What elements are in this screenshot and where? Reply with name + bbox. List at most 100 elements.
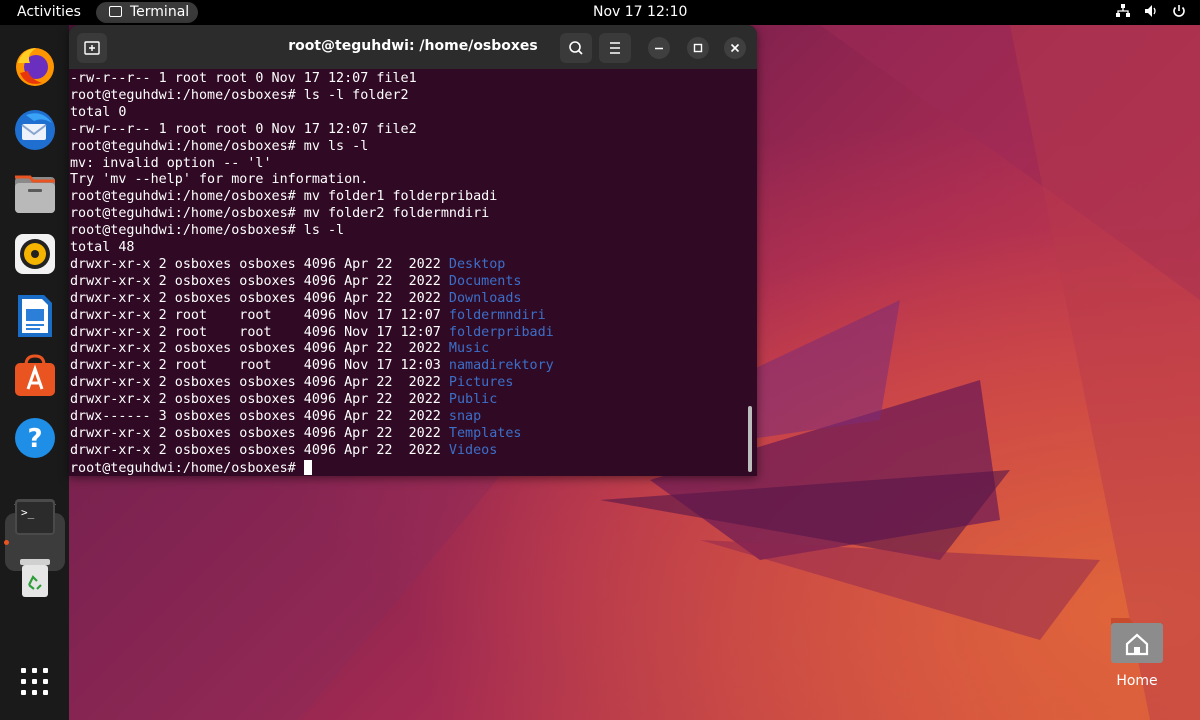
terminal-line-text: root@teguhdwi:/home/osboxes# ls -l folde… [70,87,409,103]
firefox-icon[interactable] [12,43,58,89]
directory-name: snap [448,409,482,424]
terminal-line: drwxr-xr-x 2 root root 4096 Nov 17 12:07… [70,308,546,325]
terminal-headerbar[interactable]: root@teguhdwi: /home/osboxes [69,25,757,69]
directory-name: Pictures [448,375,514,391]
dock: ? >_ [0,25,69,720]
directory-name: foldermndiri [448,307,546,323]
terminal-line: root@teguhdwi:/home/osboxes# mv ls -l [70,139,368,156]
terminal-line: -rw-r--r-- 1 root root 0 Nov 17 12:07 fi… [70,71,417,88]
terminal-line: mv: invalid option -- 'l' [70,156,272,173]
app-center-icon[interactable] [12,353,58,399]
directory-name: Templates [448,425,522,441]
terminal-line: drwxr-xr-x 2 osboxes osboxes 4096 Apr 22… [70,375,513,392]
show-apps-icon[interactable] [12,659,58,705]
terminal-line: root@teguhdwi:/home/osboxes# mv folder2 … [70,206,489,223]
terminal-line: drwxr-xr-x 2 osboxes osboxes 4096 Apr 22… [70,291,521,308]
terminal-line: drwxr-xr-x 2 osboxes osboxes 4096 Apr 22… [70,257,505,274]
terminal-line-text: drwxr-xr-x 2 root root 4096 Nov 17 12:03 [70,358,449,374]
terminal-line-text: drwxr-xr-x 2 osboxes osboxes 4096 Apr 22… [70,341,449,357]
terminal-line-text: drwx------ 3 osboxes osboxes 4096 Apr 22… [70,409,449,424]
terminal-line: root@teguhdwi:/home/osboxes# ls -l [70,223,344,240]
search-icon [569,41,583,55]
terminal-line-text: -rw-r--r-- 1 root root 0 Nov 17 12:07 fi… [70,121,417,137]
terminal-line-text: drwxr-xr-x 2 root root 4096 Nov 17 12:07 [70,324,449,340]
hamburger-icon [610,42,620,54]
app-menu-button[interactable]: Terminal [96,2,198,23]
terminal-line: drwxr-xr-x 2 osboxes osboxes 4096 Apr 22… [70,274,521,291]
terminal-line-text: -rw-r--r-- 1 root root 0 Nov 17 12:07 fi… [70,71,417,86]
terminal-line-text: total 48 [70,240,135,255]
terminal-line-text: root@teguhdwi:/home/osboxes# mv folder2 … [70,206,490,222]
terminal-small-icon [109,6,122,17]
terminal-line-text: total 0 [70,104,127,120]
terminal-line: drwxr-xr-x 2 osboxes osboxes 4096 Apr 22… [70,443,497,460]
directory-name: namadirektory [448,358,554,374]
activities-button[interactable]: Activities [17,4,81,20]
running-indicator [4,540,9,545]
terminal-line: -rw-r--r-- 1 root root 0 Nov 17 12:07 fi… [70,122,417,139]
power-icon [1172,4,1186,18]
trash-icon[interactable] [12,555,58,601]
svg-text:>_: >_ [21,506,35,519]
terminal-line: Try 'mv --help' for more information. [70,172,368,189]
directory-name: Documents [448,273,522,289]
terminal-icon[interactable]: >_ [12,494,58,540]
maximize-button[interactable] [687,37,709,59]
directory-name: Downloads [448,290,522,306]
system-tray[interactable] [1116,4,1186,18]
directory-name: Music [448,341,490,357]
minimize-icon [655,47,663,50]
terminal-line: total 0 [70,105,126,122]
terminal-line: total 48 [70,240,135,257]
top-bar: Activities Terminal Nov 17 12:10 [0,0,1200,25]
libreoffice-writer-icon[interactable] [12,293,58,339]
terminal-line-text: drwxr-xr-x 2 osboxes osboxes 4096 Apr 22… [70,392,449,408]
volume-icon [1144,4,1158,18]
shell-prompt: root@teguhdwi:/home/osboxes# [70,460,304,476]
directory-name: folderpribadi [448,324,554,340]
prompt-line[interactable]: root@teguhdwi:/home/osboxes# [70,459,312,476]
terminal-line-text: drwxr-xr-x 2 osboxes osboxes 4096 Apr 22… [70,375,449,391]
terminal-line-text: Try 'mv --help' for more information. [70,172,369,188]
terminal-line-text: root@teguhdwi:/home/osboxes# mv folder1 … [70,189,498,205]
terminal-line-text: drwxr-xr-x 2 osboxes osboxes 4096 Apr 22… [70,425,449,441]
terminal-line-text: drwxr-xr-x 2 osboxes osboxes 4096 Apr 22… [70,256,449,272]
network-icon [1116,4,1130,18]
minimize-button[interactable] [648,37,670,59]
text-cursor [303,459,312,475]
terminal-line: drwxr-xr-x 2 root root 4096 Nov 17 12:07… [70,325,554,342]
directory-name: Desktop [448,256,506,272]
search-button[interactable] [560,33,592,63]
terminal-line: root@teguhdwi:/home/osboxes# mv folder1 … [70,189,497,206]
terminal-line-text: drwxr-xr-x 2 osboxes osboxes 4096 Apr 22… [70,442,449,458]
files-icon[interactable] [12,171,58,217]
terminal-output[interactable]: -rw-r--r-- 1 root root 0 Nov 17 12:07 fi… [69,69,757,476]
rhythmbox-icon[interactable] [12,231,58,277]
terminal-scrollbar[interactable] [748,406,752,472]
terminal-window[interactable]: root@teguhdwi: /home/osboxes -rw-r--r-- … [69,25,757,476]
svg-text:?: ? [27,424,42,454]
terminal-line: drwxr-xr-x 2 root root 4096 Nov 17 12:03… [70,358,554,375]
close-icon [730,43,740,53]
close-button[interactable] [724,37,746,59]
terminal-line: drwxr-xr-x 2 osboxes osboxes 4096 Apr 22… [70,341,489,358]
terminal-line-text: mv: invalid option -- 'l' [70,155,272,171]
home-folder-label[interactable]: Home [1097,673,1177,689]
directory-name: Public [448,392,498,408]
terminal-line-text: root@teguhdwi:/home/osboxes# ls -l [70,223,345,239]
terminal-line: root@teguhdwi:/home/osboxes# ls -l folde… [70,88,409,105]
menu-button[interactable] [599,33,631,63]
thunderbird-icon[interactable] [12,107,58,153]
app-menu-label: Terminal [130,4,190,20]
terminal-line: drwxr-xr-x 2 osboxes osboxes 4096 Apr 22… [70,426,521,443]
terminal-line-text: drwxr-xr-x 2 osboxes osboxes 4096 Apr 22… [70,290,449,306]
maximize-icon [693,43,703,53]
terminal-line-text: drwxr-xr-x 2 root root 4096 Nov 17 12:07 [70,307,449,323]
help-icon[interactable]: ? [12,415,58,461]
terminal-line: drwxr-xr-x 2 osboxes osboxes 4096 Apr 22… [70,392,497,409]
terminal-line: drwx------ 3 osboxes osboxes 4096 Apr 22… [70,409,481,426]
clock[interactable]: Nov 17 12:10 [593,4,687,20]
directory-name: Videos [448,442,498,458]
terminal-line-text: drwxr-xr-x 2 osboxes osboxes 4096 Apr 22… [70,273,449,289]
terminal-line-text: root@teguhdwi:/home/osboxes# mv ls -l [70,138,369,154]
